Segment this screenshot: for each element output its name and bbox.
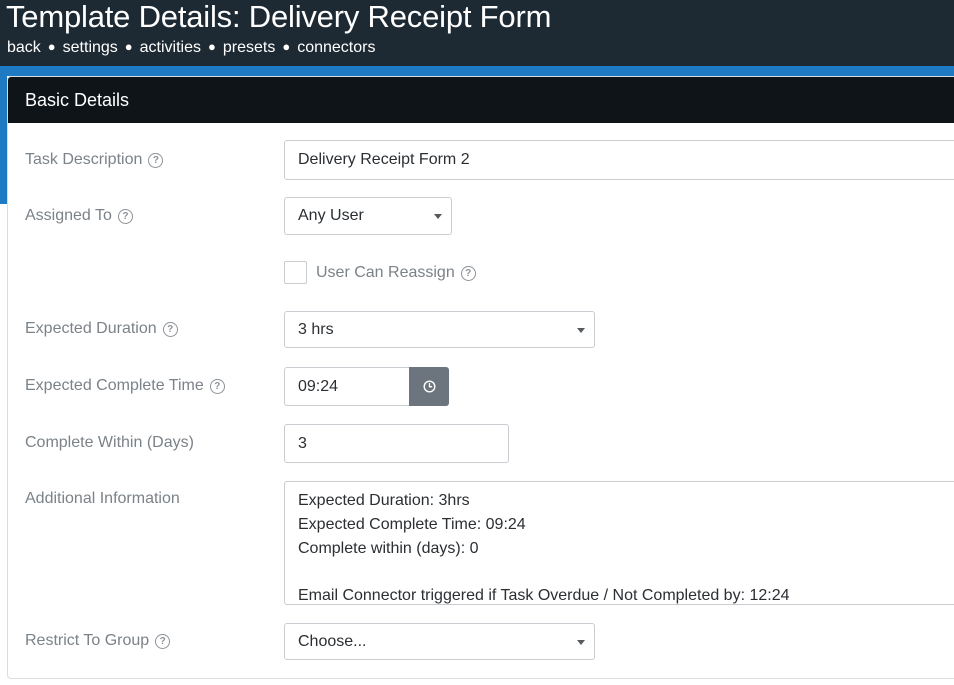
nav-separator: ● xyxy=(208,39,216,54)
user-can-reassign-checkbox[interactable] xyxy=(284,261,307,284)
expected-complete-time-label: Expected Complete Time? xyxy=(25,377,225,395)
additional-information-textarea[interactable]: Expected Duration: 3hrs Expected Complet… xyxy=(284,481,954,605)
complete-within-days-label: Complete Within (Days) xyxy=(25,434,194,451)
textarea-line: Email Connector triggered if Task Overdu… xyxy=(298,587,790,604)
chevron-down-icon xyxy=(577,639,585,645)
accent-side-bar xyxy=(0,76,7,204)
task-description-label: Task Description? xyxy=(25,151,164,169)
chevron-down-icon xyxy=(434,214,442,219)
nav-separator: ● xyxy=(282,39,291,54)
nav-separator: ● xyxy=(124,39,133,54)
basic-details-panel: Basic Details Task Description? Delivery… xyxy=(7,76,954,679)
textarea-blank-line xyxy=(298,561,950,584)
time-picker-button[interactable] xyxy=(409,367,449,406)
restrict-to-group-label: Restrict To Group? xyxy=(25,632,171,650)
nav-connectors-link[interactable]: connectors xyxy=(297,39,375,56)
user-can-reassign-label: User Can Reassign? xyxy=(316,264,476,282)
help-icon[interactable]: ? xyxy=(117,209,133,224)
nav-back-link[interactable]: back xyxy=(7,39,41,56)
page-title: Template Details: Delivery Receipt Form xyxy=(6,0,552,34)
help-icon[interactable]: ? xyxy=(155,634,171,649)
nav-presets-link[interactable]: presets xyxy=(223,39,275,56)
help-icon[interactable]: ? xyxy=(162,322,178,337)
clock-icon xyxy=(422,380,436,393)
expected-duration-label: Expected Duration? xyxy=(25,320,178,338)
breadcrumb-nav: back ● settings ● activities ● presets ● connect… xyxy=(7,39,375,57)
task-description-input[interactable]: Delivery Receipt Form 2 xyxy=(284,140,954,180)
textarea-line: Complete within (days): 0 xyxy=(298,540,479,557)
nav-activities-link[interactable]: activities xyxy=(140,39,201,56)
top-bar: Template Details: Delivery Receipt Form … xyxy=(0,0,954,66)
complete-within-days-input[interactable]: 3 xyxy=(284,424,509,463)
textarea-line: Expected Complete Time: 09:24 xyxy=(298,516,526,533)
chevron-down-icon xyxy=(577,327,585,333)
help-icon[interactable]: ? xyxy=(209,379,225,394)
textarea-line: Expected Duration: 3hrs xyxy=(298,492,470,509)
accent-stripe xyxy=(0,66,954,76)
expected-duration-select[interactable]: 3 hrs xyxy=(284,311,595,348)
assigned-to-select[interactable]: Any User xyxy=(284,197,452,235)
nav-settings-link[interactable]: settings xyxy=(63,39,118,56)
nav-separator: ● xyxy=(47,39,56,54)
help-icon[interactable]: ? xyxy=(148,153,164,168)
assigned-to-label: Assigned To? xyxy=(25,207,133,225)
expected-complete-time-input[interactable]: 09:24 xyxy=(284,367,410,406)
help-icon[interactable]: ? xyxy=(460,266,476,281)
restrict-to-group-select[interactable]: Choose... xyxy=(284,623,595,660)
additional-information-label: Additional Information xyxy=(25,490,180,507)
panel-title: Basic Details xyxy=(8,77,954,123)
